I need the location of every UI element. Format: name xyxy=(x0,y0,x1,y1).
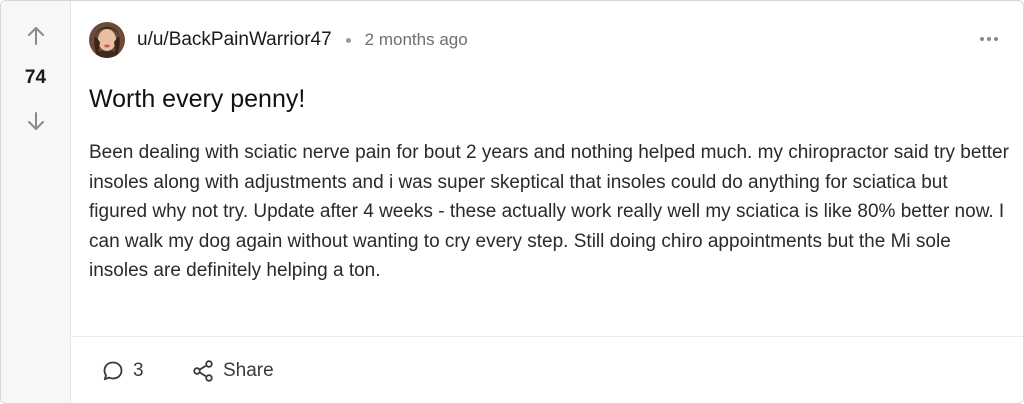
separator-dot xyxy=(345,37,351,43)
avatar-image xyxy=(89,22,125,58)
post-main: u/u/BackPainWarrior47 2 months ago Worth… xyxy=(71,1,1023,403)
downvote-button[interactable] xyxy=(21,106,51,136)
post-actions-bar: 3 Share xyxy=(71,336,1023,403)
arrow-down-icon xyxy=(28,112,44,130)
comment-icon xyxy=(103,361,123,381)
more-options-button[interactable] xyxy=(977,27,1001,51)
comments-button[interactable]: 3 xyxy=(101,355,144,387)
post-timestamp: 2 months ago xyxy=(364,30,468,49)
vote-column: 74 xyxy=(1,1,71,403)
post-card: 74 u/u/BackPainWarrior47 2 months ago Wo… xyxy=(0,0,1024,404)
post-body: Been dealing with sciatic nerve pain for… xyxy=(89,142,1009,281)
username-link[interactable]: u/u/BackPainWarrior47 xyxy=(137,29,332,51)
avatar[interactable] xyxy=(89,22,125,58)
upvote-button[interactable] xyxy=(21,21,51,51)
share-button[interactable]: Share xyxy=(191,355,274,387)
share-icon xyxy=(193,360,213,382)
arrow-up-icon xyxy=(28,27,44,45)
more-horizontal-icon xyxy=(980,37,998,41)
comments-count: 3 xyxy=(133,360,144,381)
post-title: Worth every penny! xyxy=(89,85,306,113)
share-label: Share xyxy=(223,360,274,381)
post-header: u/u/BackPainWarrior47 2 months ago xyxy=(89,21,468,59)
vote-count: 74 xyxy=(24,67,47,88)
